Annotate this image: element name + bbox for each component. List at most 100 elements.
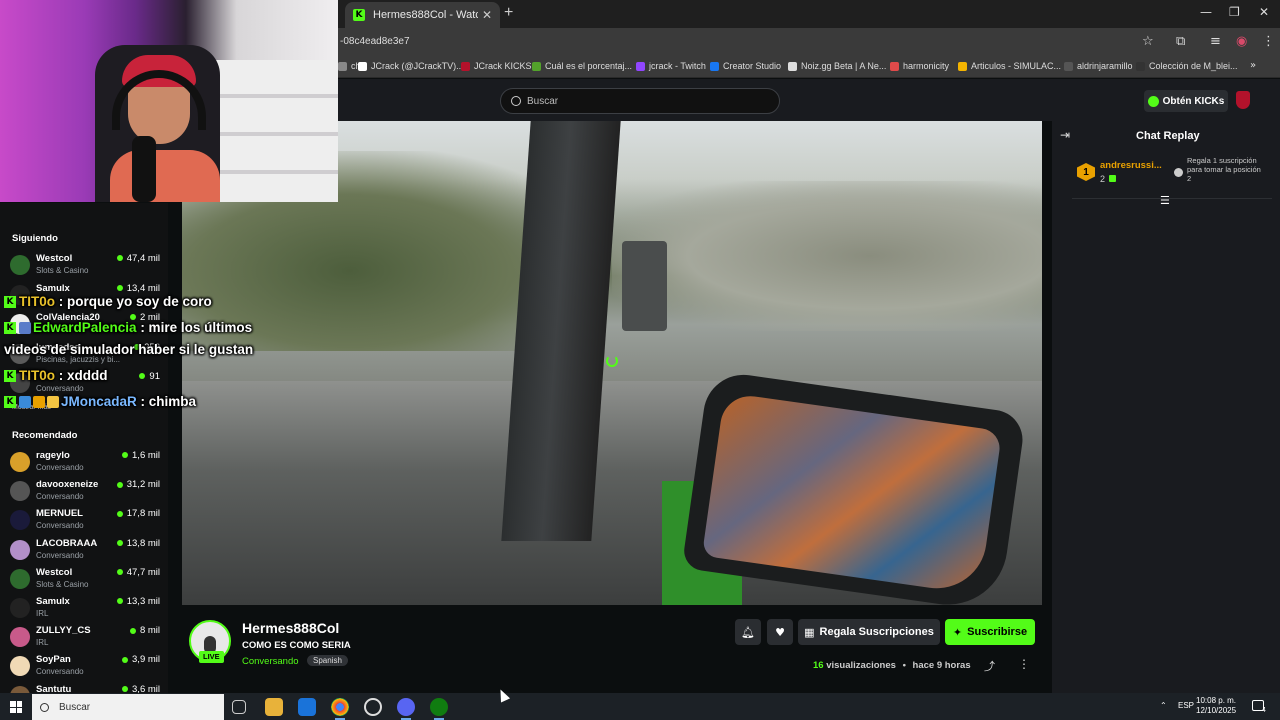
follow-heart-button[interactable]: ♥	[767, 619, 793, 645]
bookmark-item[interactable]: Noiz.gg Beta | A Ne...	[788, 61, 886, 71]
sidebar-channel-item[interactable]: LACOBRAAA Conversando 13,8 mil	[10, 538, 160, 566]
subscribe-button[interactable]: ✦ Suscribirse	[945, 619, 1035, 645]
bookmark-item[interactable]: Cuál es el porcentaj...	[532, 61, 632, 71]
chat-badge-icon: K	[4, 322, 16, 335]
taskbar-search-placeholder: Buscar	[59, 701, 91, 713]
bookmark-star-icon[interactable]: ☆	[1142, 34, 1154, 49]
taskbar-search[interactable]: Buscar	[32, 694, 224, 720]
channel-avatar	[10, 539, 30, 560]
channel-category: Conversando	[36, 550, 84, 560]
gift-box-icon: ▦	[804, 625, 815, 639]
gift-icon	[1174, 168, 1183, 177]
taskbar-clock[interactable]: 10:08 p. m. 12/10/2025	[1196, 696, 1236, 717]
channel-viewers: 13,4 mil	[117, 283, 160, 294]
bookmark-label: Noiz.gg Beta | A Ne...	[801, 61, 887, 71]
app-circle-icon[interactable]	[364, 698, 382, 716]
channel-name: Westcol	[36, 566, 73, 578]
browser-tab[interactable]: K Hermes888Col - Watch the VO ✕	[345, 2, 500, 28]
channel-category: Conversando	[36, 521, 84, 531]
bookmark-label: Creator Studio	[723, 61, 782, 71]
bookmark-item[interactable]: Creator Studio	[710, 61, 781, 71]
bookmark-item[interactable]: jcrack - Twitch	[636, 61, 706, 71]
bookmark-item[interactable]: JCrack KICKS	[461, 61, 532, 71]
url-text[interactable]: -08c4ead8e3e7	[340, 36, 410, 47]
sidebar-channel-item[interactable]: SoyPan Conversando 3,9 mil	[10, 654, 160, 682]
task-view-icon[interactable]	[232, 700, 246, 714]
media-control-icon[interactable]: ≡	[1210, 34, 1221, 49]
window-close-icon[interactable]: ✕	[1259, 5, 1269, 19]
sidebar-channel-item[interactable]: ZULLYY_CS IRL 8 mil	[10, 625, 160, 653]
sidebar-channel-item[interactable]: rageylo Conversando 1,6 mil	[10, 450, 160, 478]
bookmark-favicon-icon	[532, 61, 541, 71]
chrome-menu-icon[interactable]: ⋮	[1262, 34, 1275, 49]
channel-avatar	[10, 481, 30, 502]
gift-prompt[interactable]: Regala 1 suscripción para tomar la posic…	[1187, 156, 1267, 183]
gift-subs-label: Regala Suscripciones	[819, 626, 934, 638]
bookmark-item[interactable]: aldrinjaramillo	[1064, 61, 1133, 71]
collapse-chat-icon[interactable]: ⇥	[1060, 128, 1070, 142]
chat-filter-icon[interactable]: ☰	[1160, 194, 1170, 207]
bookmark-label: Colección de M_blei...	[1149, 61, 1238, 71]
stream-category[interactable]: Conversando	[242, 656, 299, 667]
chat-text: : porque yo soy de coro	[58, 294, 212, 309]
more-bookmarks-icon[interactable]: »	[1250, 60, 1256, 71]
share-icon[interactable]: ⤴	[984, 658, 995, 674]
gifter-name[interactable]: andresrussi...	[1100, 160, 1162, 171]
notification-bell-button[interactable]: 🔔︎	[735, 619, 761, 645]
overlay-chat-message: K TIT0o : xdddd	[4, 368, 108, 383]
notification-count: 4	[1262, 707, 1266, 714]
sidebar-channel-item[interactable]: davooxeneize Conversando 31,2 mil	[10, 479, 160, 507]
views-label: visualizaciones	[826, 660, 896, 671]
bookmark-label: JCrack (@JCrackTV)...	[371, 61, 464, 71]
more-options-icon[interactable]: ⋮	[1018, 657, 1030, 671]
webcam-overlay	[0, 0, 338, 202]
bookmark-item[interactable]: harmonicity	[890, 61, 949, 71]
clock-time: 10:08 p. m.	[1196, 696, 1237, 705]
restore-icon[interactable]: ❐	[1229, 5, 1240, 19]
bookmark-favicon-icon	[338, 61, 347, 71]
discord-icon[interactable]	[397, 698, 415, 720]
channel-name: Westcol	[36, 253, 73, 264]
extensions-icon[interactable]: ⧉	[1176, 34, 1185, 49]
sidebar-channel-item[interactable]: Westcol Slots & Casino 47,4 mil	[10, 253, 160, 281]
star-icon: ✦	[952, 625, 963, 639]
bookmark-item[interactable]: JCrack (@JCrackTV)...	[358, 61, 464, 71]
bookmark-favicon-icon	[958, 61, 967, 71]
chrome-icon[interactable]	[331, 698, 349, 720]
channel-avatar	[10, 656, 30, 677]
language-indicator[interactable]: ESP	[1178, 701, 1194, 710]
channel-viewers: 47,7 mil	[117, 567, 160, 578]
channel-avatar	[10, 598, 30, 618]
chat-badge-icon	[19, 322, 31, 335]
sidebar-channel-item[interactable]: MERNUEL Conversando 17,8 mil	[10, 508, 160, 536]
channel-viewers: 47,4 mil	[117, 253, 160, 264]
sidebar-channel-item[interactable]: Westcol Slots & Casino 47,7 mil	[10, 567, 160, 595]
overlay-chat-message: videos de simulador haber si le gustan	[4, 342, 253, 357]
bookmark-item[interactable]: Articulos - SIMULAC...	[958, 61, 1061, 71]
heart-icon: ♥	[775, 625, 785, 639]
language-tag[interactable]: Spanish	[307, 655, 348, 666]
bookmark-favicon-icon	[788, 61, 797, 71]
profile-icon[interactable]: ◉	[1236, 34, 1247, 49]
new-tab-icon[interactable]: +	[504, 4, 513, 22]
file-explorer-icon[interactable]	[265, 698, 283, 716]
windows-start-icon[interactable]	[10, 701, 22, 713]
channel-name: davooxeneize	[36, 479, 99, 491]
channel-avatar	[10, 452, 30, 472]
user-avatar[interactable]	[1236, 91, 1250, 109]
bookmark-favicon-icon	[1136, 61, 1145, 71]
tray-chevron-icon[interactable]: ⌃	[1160, 701, 1167, 710]
streamer-name[interactable]: Hermes888Col	[242, 620, 339, 636]
sidebar-channel-item[interactable]: Samulx IRL 13,3 mil	[10, 596, 160, 624]
get-kicks-button[interactable]: Obtén KICKs	[1144, 90, 1228, 112]
tab-close-icon[interactable]: ✕	[482, 8, 492, 22]
bookmark-item[interactable]: Colección de M_blei...	[1136, 61, 1238, 71]
minimize-icon[interactable]: —	[1200, 5, 1212, 19]
channel-name: ZULLYY_CS	[36, 625, 91, 637]
bookmark-favicon-icon	[710, 61, 719, 71]
search-input[interactable]: Buscar	[500, 88, 780, 114]
outlook-icon[interactable]	[298, 698, 316, 716]
channel-category: Conversando	[36, 492, 84, 502]
xbox-icon[interactable]	[430, 698, 448, 720]
gift-subs-button[interactable]: ▦ Regala Suscripciones	[798, 619, 940, 645]
